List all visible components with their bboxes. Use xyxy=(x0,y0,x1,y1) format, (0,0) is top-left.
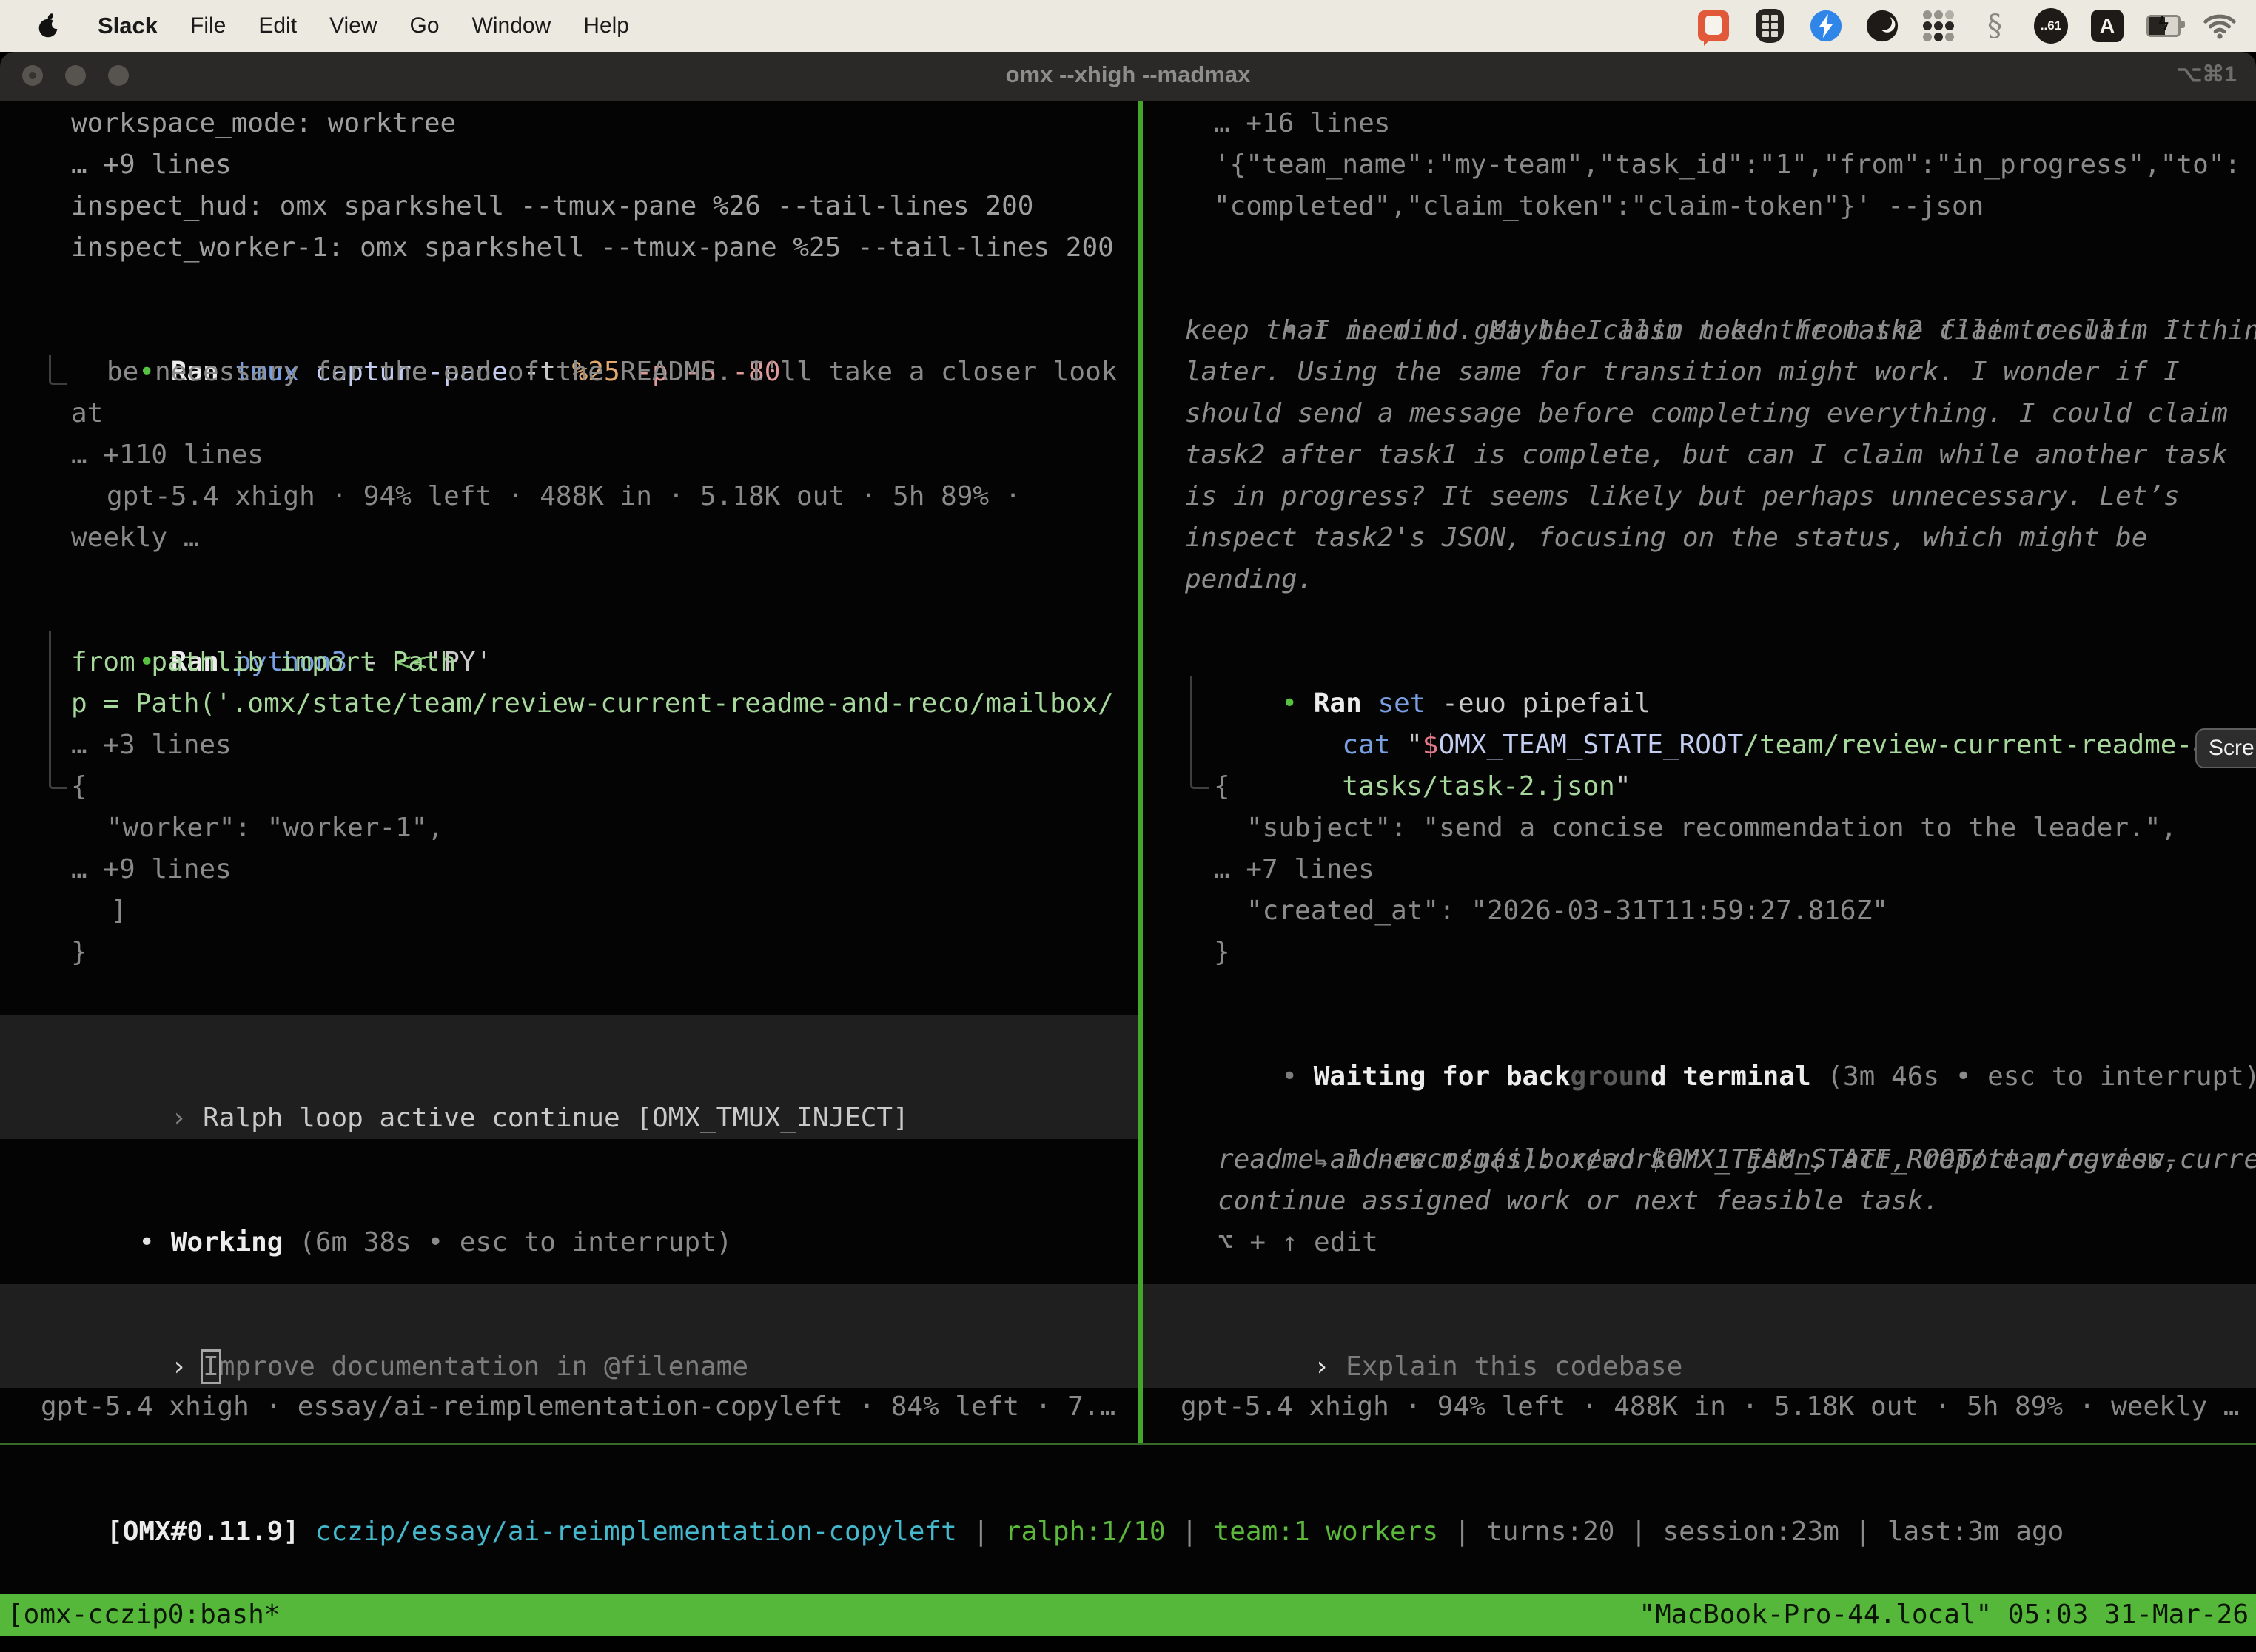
agent-status-line: gpt-5.4 xhigh · essay/ai-reimplementatio… xyxy=(41,1386,1115,1428)
tmux-session-name: [omx-cczip0:bash* xyxy=(7,1594,280,1636)
ralph-loop-banner: › Ralph loop active continue [OMX_TMUX_I… xyxy=(0,1015,1138,1139)
wifi-icon[interactable] xyxy=(2203,9,2237,43)
thinking-line: inspect task2's JSON, focusing on the st… xyxy=(1185,517,2147,559)
thinking-line: later. Using the same for transition mig… xyxy=(1185,352,2180,393)
right-agent-pane[interactable]: … +16 lines '{"team_name":"my-team","tas… xyxy=(1143,101,2256,1446)
omx-status-bar: [OMX#0.11.9] cczip/essay/ai-reimplementa… xyxy=(10,1470,2064,1594)
json-arg-line: '{"team_name":"my-team","task_id":"1","f… xyxy=(1214,144,2240,186)
prompt-chevron-icon: › xyxy=(1314,1352,1346,1382)
tmux-status-bar: [omx-cczip0:bash* "MacBook-Pro-44.local"… xyxy=(0,1594,2256,1636)
terminal-content: workspace_mode: worktree … +9 lines insp… xyxy=(0,101,2256,1594)
letter-a-icon[interactable]: A xyxy=(2090,9,2124,43)
thinking-line: is in progress? It seems likely but perh… xyxy=(1185,476,2180,517)
dots-grid-icon[interactable] xyxy=(1921,9,1955,43)
json-output-line: { xyxy=(71,766,87,807)
left-agent-pane[interactable]: workspace_mode: worktree … +9 lines insp… xyxy=(0,101,1138,1446)
squiggle-status-icon[interactable]: § xyxy=(1978,9,2012,43)
agent-status-line: gpt-5.4 xhigh · 94% left · 488K in · 5.1… xyxy=(1181,1386,2239,1428)
mailbox-message-line: readme-and-reco/mailbox/worker-1.json, a… xyxy=(1218,1139,2180,1181)
apple-menu-icon[interactable] xyxy=(31,9,65,43)
badge-61-icon[interactable]: ..61 xyxy=(2034,9,2068,43)
bullet-icon: • xyxy=(1281,1061,1313,1092)
menu-item-file[interactable]: File xyxy=(190,13,226,38)
json-output-line: { xyxy=(1214,766,1230,807)
menu-item-edit[interactable]: Edit xyxy=(258,13,297,38)
prompt-input-right[interactable]: › Explain this codebase xyxy=(1143,1284,2256,1388)
json-output-line: "subject": "send a concise recommendatio… xyxy=(1246,807,2177,849)
json-output-line: } xyxy=(71,932,87,973)
usage-stats-line: weekly … xyxy=(71,517,199,559)
thinking-line: should send a message before completing … xyxy=(1185,393,2228,434)
thinking-line: task2 after task1 is complete, but can I… xyxy=(1185,434,2228,476)
window-shortcut-hint: ⌥⌘1 xyxy=(2177,52,2237,101)
screen-tooltip: Scre xyxy=(2195,728,2256,768)
window-title: omx --xhigh --madmax xyxy=(0,52,2256,101)
prompt-chevron-icon: › xyxy=(171,1352,203,1382)
omx-team-workers: team:1 workers xyxy=(1214,1517,1438,1547)
json-output-line: } xyxy=(1214,932,1230,973)
output-corner-connector xyxy=(1190,676,1209,789)
python-code-line: p = Path('.omx/state/team/review-current… xyxy=(71,683,1114,725)
thinking-line: pending. xyxy=(1185,559,1313,600)
menu-item-view[interactable]: View xyxy=(329,13,377,38)
shield-grid-status-icon[interactable] xyxy=(1753,9,1787,43)
command-output-line: at xyxy=(71,393,103,434)
json-output-line: "created_at": "2026-03-31T11:59:27.816Z" xyxy=(1246,890,1888,932)
collapsed-lines-indicator: … +3 lines xyxy=(71,725,232,766)
usage-stats-line: gpt-5.4 xhigh · 94% left · 488K in · 5.1… xyxy=(107,476,1021,517)
collapsed-lines-indicator: … +16 lines xyxy=(1214,103,1390,144)
collapsed-lines-indicator: … +9 lines xyxy=(71,849,232,890)
menu-item-go[interactable]: Go xyxy=(410,13,440,38)
prompt-chevron-icon: › xyxy=(171,1103,203,1133)
crescent-circle-icon[interactable] xyxy=(1865,9,1899,43)
edit-shortcut-hint: ⌥ + ↑ edit xyxy=(1218,1222,1378,1263)
window-title-bar: omx --xhigh --madmax ⌥⌘1 xyxy=(0,52,2256,101)
input-placeholder: Explain this codebase xyxy=(1346,1352,1682,1382)
omx-version: [OMX#0.11.9] xyxy=(107,1517,315,1547)
battery-icon[interactable]: ϟ xyxy=(2146,9,2181,43)
terminal-line: inspect_hud: omx sparkshell --tmux-pane … xyxy=(71,186,1033,227)
bullet-icon: • xyxy=(138,1227,170,1258)
menu-item-help[interactable]: Help xyxy=(583,13,629,38)
pane-divider-horizontal xyxy=(0,1443,2256,1446)
json-output-line: "worker": "worker-1", xyxy=(107,807,443,849)
python-code-line: from pathlib import Path xyxy=(71,642,456,683)
blue-bolt-badge-icon[interactable] xyxy=(1809,9,1843,43)
menu-app-name[interactable]: Slack xyxy=(98,13,158,39)
collapsed-lines-indicator: … +9 lines xyxy=(71,144,232,186)
output-corner-connector xyxy=(49,631,67,789)
terminal-window: omx --xhigh --madmax ⌥⌘1 workspace_mode:… xyxy=(0,52,2256,1652)
chat-bubble-status-icon[interactable] xyxy=(1696,9,1730,43)
terminal-line: workspace_mode: worktree xyxy=(71,103,456,144)
menu-item-window[interactable]: Window xyxy=(472,13,551,38)
text-cursor: I xyxy=(203,1352,219,1382)
terminal-line: inspect_worker-1: omx sparkshell --tmux-… xyxy=(71,227,1114,269)
pane-divider-vertical[interactable] xyxy=(1138,101,1143,1446)
prompt-input-left[interactable]: › Improve documentation in @filename xyxy=(0,1284,1138,1388)
menu-bar: Slack File Edit View Go Window Help xyxy=(0,0,2256,52)
omx-project: cczip/essay/ai-reimplementation-copyleft xyxy=(315,1517,957,1547)
json-arg-line: "completed","claim_token":"claim-token"}… xyxy=(1214,186,1984,227)
collapsed-lines-indicator: … +7 lines xyxy=(1214,849,1374,890)
json-output-line: ] xyxy=(111,890,127,932)
window-footer xyxy=(0,1636,2256,1652)
mailbox-message-line: continue assigned work or next feasible … xyxy=(1218,1181,1939,1222)
omx-ralph-counter: ralph:1/10 xyxy=(1005,1517,1166,1547)
collapsed-lines-indicator: … +110 lines xyxy=(71,434,263,476)
ralph-loop-text: Ralph loop active continue [OMX_TMUX_INJ… xyxy=(203,1103,909,1133)
omx-session-stats: | turns:20 | session:23m | last:3m ago xyxy=(1438,1517,2064,1547)
thinking-line: keep that in mind. Maybe I also need the… xyxy=(1185,310,2195,352)
output-corner-connector xyxy=(49,355,67,385)
input-placeholder: mprove documentation in @filename xyxy=(219,1352,748,1382)
command-output-line: be necessary for the end of the README. … xyxy=(107,352,1117,393)
tmux-host-clock: "MacBook-Pro-44.local" 05:03 31-Mar-26 xyxy=(1639,1594,2249,1636)
